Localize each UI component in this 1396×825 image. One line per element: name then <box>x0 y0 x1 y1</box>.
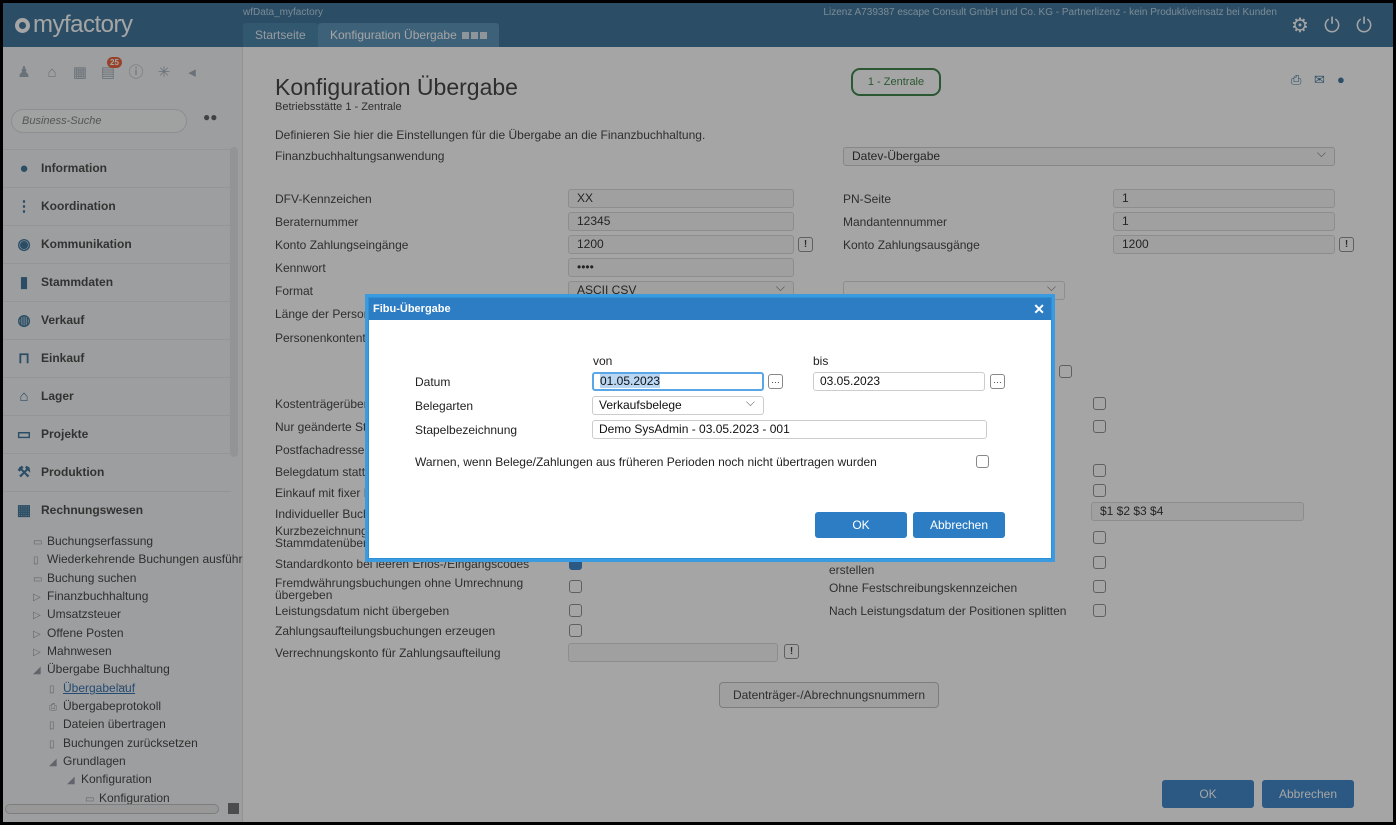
from-label: von <box>593 354 613 368</box>
belegarten-select[interactable]: Verkaufsbelege <box>592 394 764 415</box>
dialog-cancel-button[interactable]: Abbrechen <box>913 512 1005 538</box>
fibu-uebergabe-dialog: Fibu-Übergabe ✕ von bis Datum 01.05.2023… <box>368 297 1052 559</box>
dialog-ok-button[interactable]: OK <box>815 512 907 538</box>
dialog-title: Fibu-Übergabe <box>373 303 451 315</box>
stapel-input[interactable]: Demo SysAdmin - 03.05.2023 - 001 <box>592 420 987 439</box>
dialog-body: von bis Datum 01.05.2023 … 03.05.2023 … … <box>375 320 1045 552</box>
date-to-input[interactable]: 03.05.2023 <box>813 372 985 391</box>
warn-checkbox[interactable] <box>976 455 989 468</box>
warn-label: Warnen, wenn Belege/Zahlungen aus früher… <box>415 455 877 469</box>
date-from-picker-button[interactable]: … <box>768 374 783 389</box>
app-window: myfactory wfData_myfactory Lizenz A73938… <box>3 3 1393 822</box>
date-from-value: 01.05.2023 <box>600 374 661 388</box>
to-label: bis <box>813 354 829 368</box>
dialog-header[interactable]: Fibu-Übergabe ✕ <box>369 298 1051 320</box>
belegarten-label: Belegarten <box>415 399 474 413</box>
date-from-input[interactable]: 01.05.2023 <box>592 372 764 391</box>
close-icon[interactable]: ✕ <box>1033 298 1045 320</box>
date-label: Datum <box>415 375 451 389</box>
date-to-picker-button[interactable]: … <box>990 374 1005 389</box>
stapel-label: Stapelbezeichnung <box>415 423 518 437</box>
